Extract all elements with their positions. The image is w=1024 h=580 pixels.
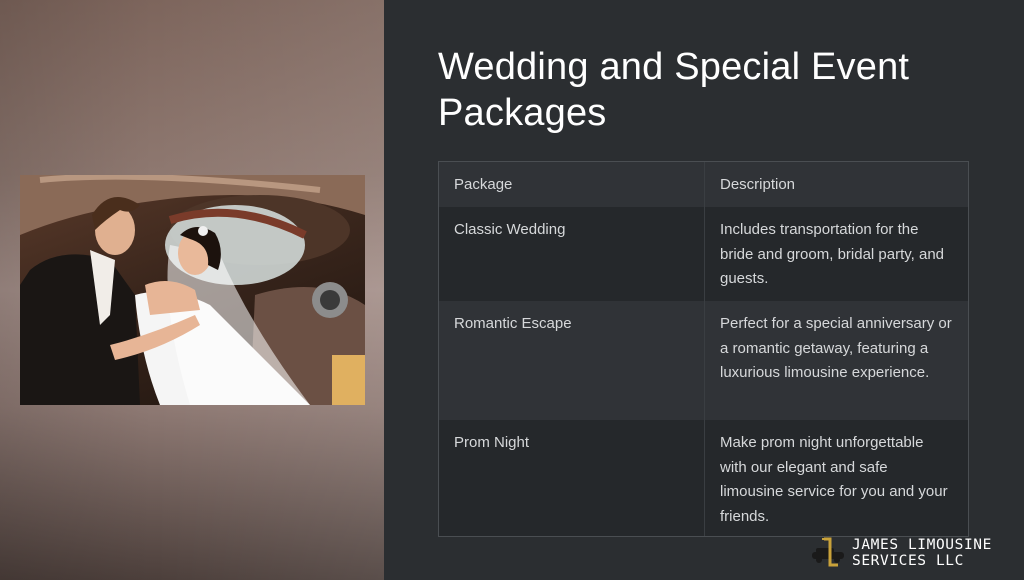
slide-title: Wedding and Special Event Packages: [438, 46, 910, 134]
left-decorative-panel: [0, 0, 384, 580]
package-description: Perfect for a special anniversary or a r…: [720, 315, 952, 381]
package-name: Romantic Escape: [439, 301, 705, 420]
packages-table: Package Description Classic Wedding Incl…: [438, 161, 969, 537]
wedding-couple-illustration: [20, 175, 365, 405]
column-header-description: Description: [720, 176, 796, 193]
limousine-logo-icon: [812, 537, 844, 567]
table-row: Classic Wedding Includes transportation …: [439, 207, 968, 301]
package-description: Make prom night unforgettable with our e…: [720, 434, 948, 525]
column-header-package: Package: [439, 162, 705, 207]
brand-name-line-1: JAMES LIMOUSINE: [852, 537, 992, 553]
brand-name-line-2: SERVICES LLC: [852, 553, 964, 569]
package-name: Classic Wedding: [439, 207, 705, 301]
brand-name: JAMES LIMOUSINE SERVICES LLC: [852, 537, 992, 569]
brand-logo: JAMES LIMOUSINE SERVICES LLC: [810, 533, 1020, 573]
table-header-row: Package Description: [439, 162, 968, 207]
package-name: Prom Night: [439, 420, 705, 536]
wedding-couple-photo: [20, 175, 365, 405]
table-row: Prom Night Make prom night unforgettable…: [439, 420, 968, 536]
table-row: Romantic Escape Perfect for a special an…: [439, 301, 968, 420]
package-description: Includes transportation for the bride an…: [720, 221, 945, 287]
